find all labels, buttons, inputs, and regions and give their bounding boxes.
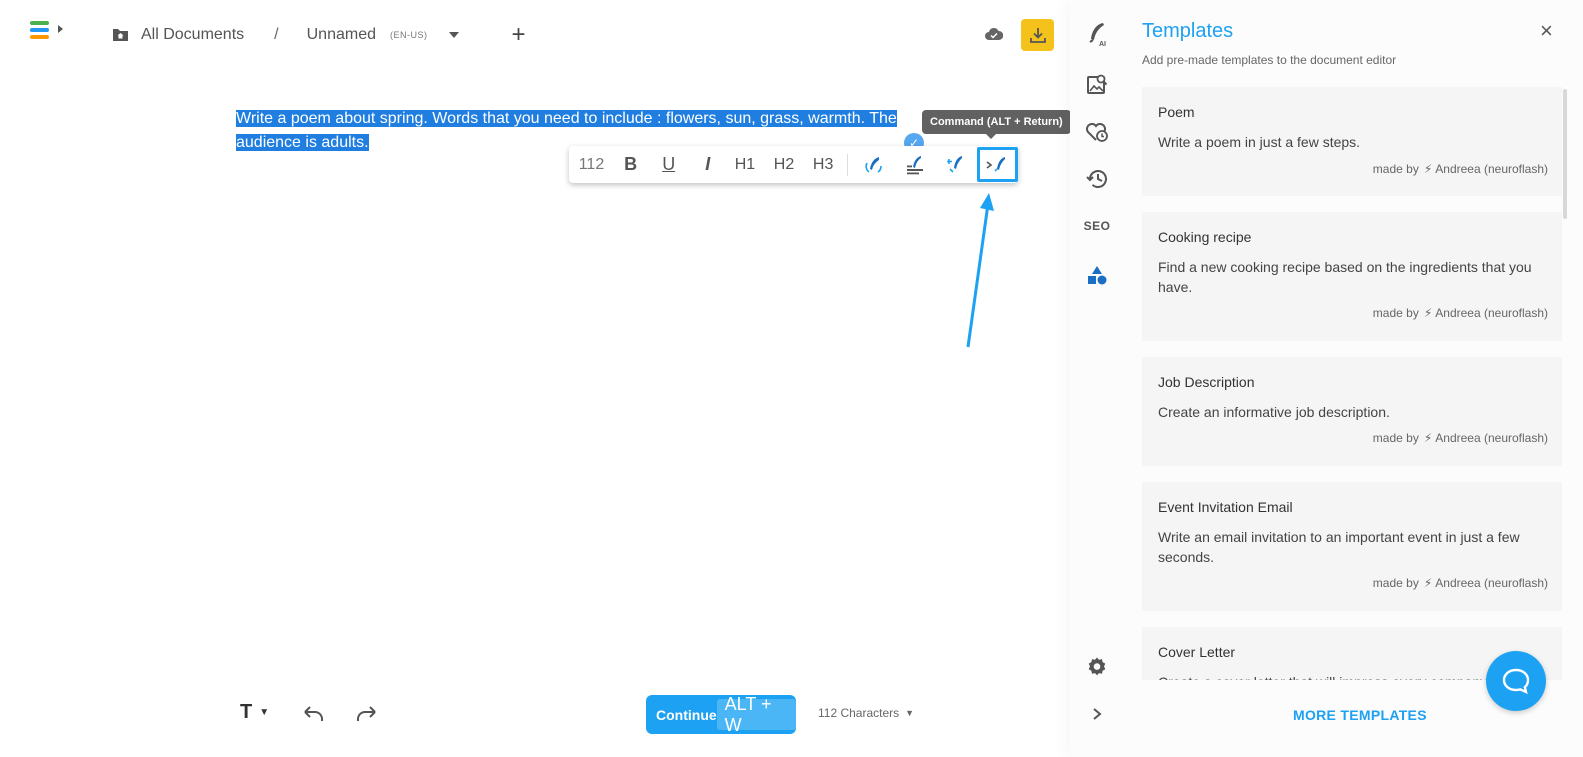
format-toolbar: 112 B U I H1 H2 H3 bbox=[569, 146, 1018, 183]
templates-list: Poem Write a poem in just a few steps. m… bbox=[1142, 87, 1562, 680]
history-icon[interactable] bbox=[1084, 166, 1110, 192]
ai-writer-icon[interactable]: AI bbox=[1084, 22, 1110, 48]
download-icon bbox=[1029, 28, 1046, 43]
add-document-button[interactable]: + bbox=[511, 23, 525, 47]
heading-3-button[interactable]: H3 bbox=[804, 146, 843, 183]
command-button[interactable] bbox=[976, 147, 1018, 182]
selection-char-count: 112 bbox=[578, 155, 605, 173]
author-name: Andreea (neuroflash) bbox=[1435, 576, 1548, 590]
scrollbar-thumb[interactable] bbox=[1563, 89, 1567, 219]
made-by-label: made by bbox=[1372, 162, 1419, 176]
template-card-job-description[interactable]: Job Description Create an informative jo… bbox=[1142, 357, 1562, 466]
seo-tool-button[interactable]: SEO bbox=[1084, 213, 1110, 239]
template-description: Create an informative job description. bbox=[1158, 404, 1390, 420]
summarize-button[interactable] bbox=[895, 146, 936, 183]
chevron-down-icon[interactable] bbox=[449, 32, 460, 38]
folder-home-icon bbox=[113, 29, 128, 41]
image-search-icon[interactable] bbox=[1084, 71, 1110, 97]
redo-button[interactable] bbox=[354, 703, 378, 725]
template-title: Job Description bbox=[1158, 374, 1255, 390]
template-title: Poem bbox=[1158, 104, 1195, 120]
ai-expand-icon bbox=[947, 155, 963, 173]
chevron-down-icon: ▼ bbox=[905, 708, 915, 718]
template-description: Find a new cooking recipe based on the i… bbox=[1158, 259, 1532, 295]
rephrase-button[interactable] bbox=[854, 146, 895, 183]
more-templates-button[interactable]: MORE TEMPLATES bbox=[1293, 707, 1427, 723]
template-card-poem[interactable]: Poem Write a poem in just a few steps. m… bbox=[1142, 87, 1562, 196]
text-style-button[interactable]: T ▼ bbox=[240, 701, 269, 724]
toolbar-divider bbox=[846, 153, 848, 176]
template-description: Write an email invitation to an importan… bbox=[1158, 529, 1520, 565]
underline-button[interactable]: U bbox=[647, 146, 690, 183]
logo-bar-green bbox=[30, 21, 49, 25]
template-author: made by ⚡ Andreea (neuroflash) bbox=[1373, 576, 1548, 590]
favorites-icon[interactable] bbox=[1084, 119, 1110, 145]
close-icon[interactable]: × bbox=[1540, 20, 1558, 42]
heading-1-button[interactable]: H1 bbox=[725, 146, 764, 183]
panel-subtitle: Add pre-made templates to the document e… bbox=[1142, 53, 1397, 67]
continue-button[interactable]: Continue ALT + W bbox=[646, 694, 796, 735]
cloud-saved-icon bbox=[985, 27, 1003, 40]
download-button[interactable] bbox=[1021, 19, 1054, 51]
settings-gear-icon[interactable] bbox=[1084, 654, 1110, 680]
panel-title: Templates bbox=[1142, 20, 1234, 42]
heading-2-button[interactable]: H2 bbox=[764, 146, 803, 183]
author-name: Andreea (neuroflash) bbox=[1435, 431, 1548, 445]
ai-label: AI bbox=[1099, 41, 1106, 48]
breadcrumb-all-documents[interactable]: All Documents bbox=[141, 26, 244, 44]
text-style-icon: T bbox=[240, 701, 253, 723]
template-author: made by ⚡ Andreea (neuroflash) bbox=[1373, 431, 1548, 445]
ai-command-icon bbox=[986, 156, 1006, 172]
italic-button[interactable]: I bbox=[690, 146, 725, 183]
template-description: Write a poem in just a few steps. bbox=[1158, 134, 1361, 150]
expand-caret-icon bbox=[58, 25, 63, 33]
expand-button[interactable] bbox=[936, 146, 977, 183]
lightning-icon: ⚡ bbox=[1423, 431, 1433, 445]
chevron-down-icon: ▼ bbox=[259, 707, 270, 718]
continue-shortcut: ALT + W bbox=[716, 694, 796, 735]
command-tooltip: Command (ALT + Return) bbox=[922, 110, 1071, 139]
app-menu-icon[interactable] bbox=[30, 21, 66, 41]
made-by-label: made by bbox=[1372, 576, 1419, 590]
undo-button[interactable] bbox=[302, 703, 326, 725]
template-title: Cooking recipe bbox=[1158, 229, 1252, 245]
character-count-dropdown[interactable]: 112 Characters ▼ bbox=[818, 706, 914, 720]
template-card-event-invitation-email[interactable]: Event Invitation Email Write an email in… bbox=[1142, 482, 1562, 611]
logo-bar-blue bbox=[30, 28, 49, 32]
template-author: made by ⚡ Andreea (neuroflash) bbox=[1373, 162, 1548, 176]
chat-icon bbox=[1502, 668, 1530, 695]
author-name: Andreea (neuroflash) bbox=[1435, 306, 1548, 320]
template-title: Cover Letter bbox=[1158, 644, 1236, 660]
continue-label: Continue bbox=[656, 706, 717, 723]
template-title: Event Invitation Email bbox=[1158, 499, 1293, 515]
document-name[interactable]: Unnamed bbox=[307, 26, 376, 44]
selected-text: Write a poem about spring. Words that yo… bbox=[236, 110, 897, 151]
chevron-right-icon[interactable] bbox=[1084, 701, 1110, 727]
logo-bar-orange bbox=[30, 35, 49, 39]
lightning-icon: ⚡ bbox=[1423, 576, 1433, 590]
support-chat-button[interactable] bbox=[1486, 651, 1546, 711]
bold-button[interactable]: B bbox=[614, 146, 647, 183]
template-author: made by ⚡ Andreea (neuroflash) bbox=[1373, 306, 1548, 320]
tool-rail: AI SEO bbox=[1084, 0, 1110, 757]
template-card-cooking-recipe[interactable]: Cooking recipe Find a new cooking recipe… bbox=[1142, 212, 1562, 341]
ai-rephrase-icon bbox=[865, 156, 882, 173]
made-by-label: made by bbox=[1372, 431, 1419, 445]
ai-summarize-icon bbox=[907, 155, 924, 174]
made-by-label: made by bbox=[1372, 306, 1419, 320]
breadcrumb-separator: / bbox=[274, 26, 279, 43]
templates-shapes-icon[interactable] bbox=[1084, 262, 1110, 288]
lightning-icon: ⚡ bbox=[1423, 306, 1433, 320]
language-badge: (EN-US) bbox=[389, 30, 428, 40]
character-count-label: 112 Characters bbox=[818, 706, 900, 720]
lightning-icon: ⚡ bbox=[1423, 162, 1433, 176]
breadcrumb: All Documents / Unnamed (EN-US) + bbox=[112, 23, 526, 47]
annotation-arrow bbox=[966, 193, 994, 348]
author-name: Andreea (neuroflash) bbox=[1435, 162, 1548, 176]
